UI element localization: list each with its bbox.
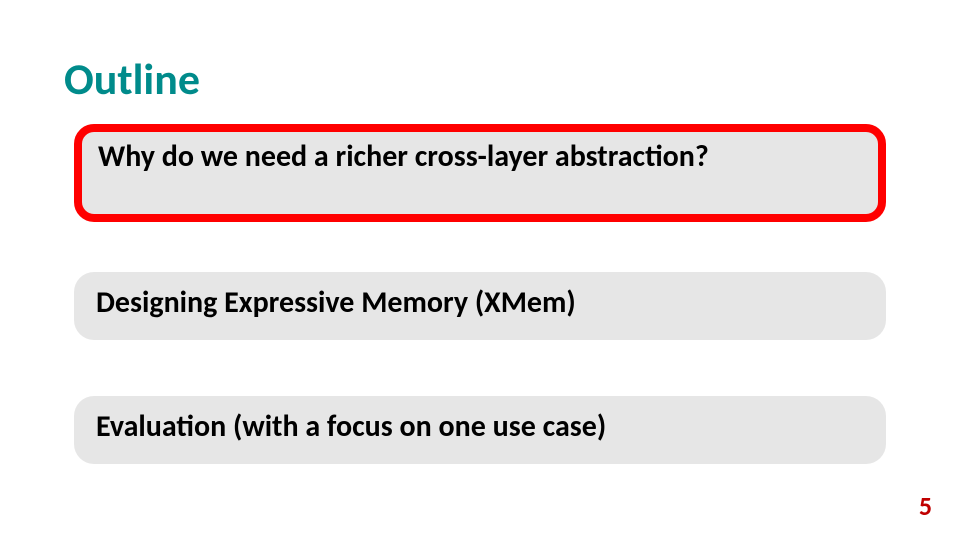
outline-item: Designing Expressive Memory (XMem): [74, 272, 886, 340]
outline-item-text: Designing Expressive Memory (XMem): [96, 284, 576, 321]
outline-item-highlighted: Why do we need a richer cross-layer abst…: [74, 124, 886, 222]
outline-item-text: Why do we need a richer cross-layer abst…: [98, 138, 709, 175]
outline-item: Evaluation (with a focus on one use case…: [74, 396, 886, 464]
page-number: 5: [919, 490, 932, 522]
outline-item-text: Evaluation (with a focus on one use case…: [96, 408, 606, 445]
slide: Outline Why do we need a richer cross-la…: [0, 0, 960, 540]
slide-title: Outline: [64, 52, 200, 106]
